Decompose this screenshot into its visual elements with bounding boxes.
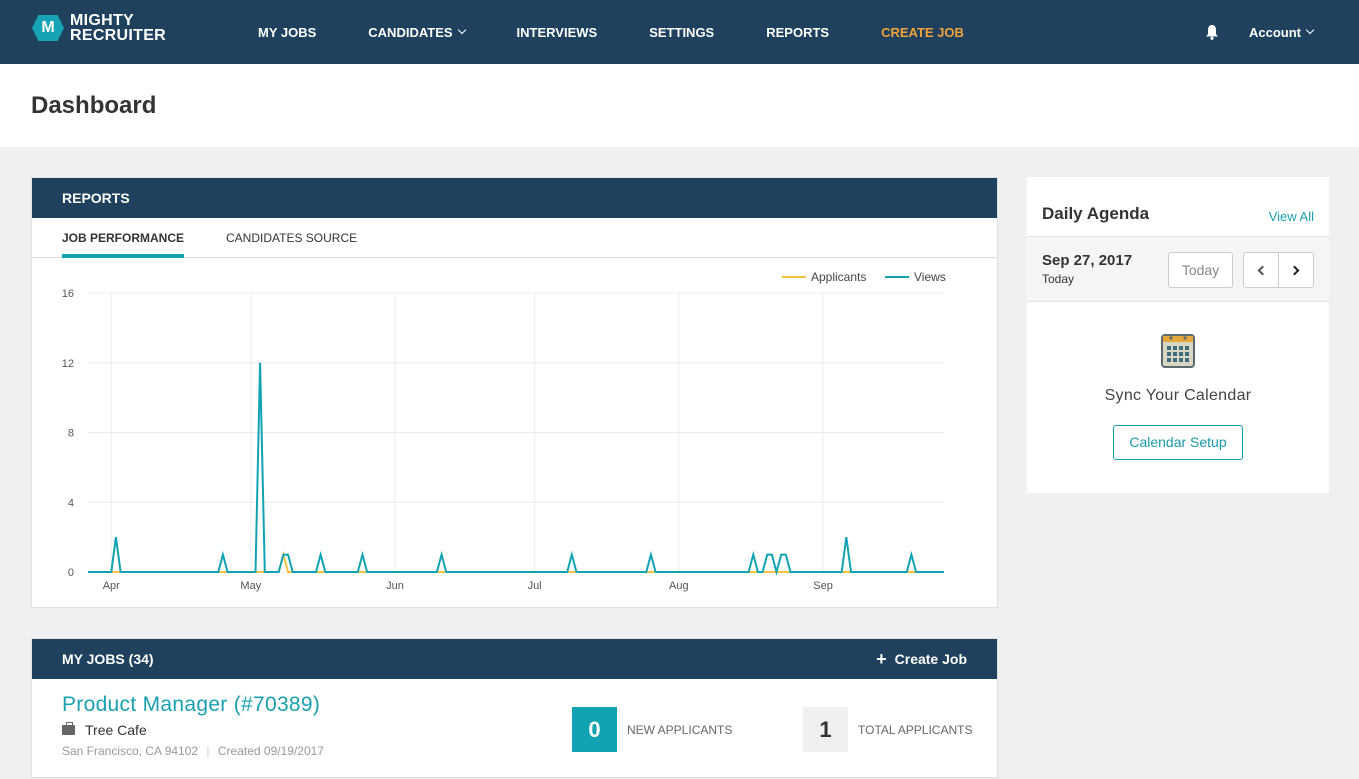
company-name: Tree Cafe [85, 722, 147, 738]
agenda-header: Daily Agenda View All [1027, 177, 1329, 236]
tab-label: CANDIDATES SOURCE [226, 231, 358, 245]
page-title: Dashboard [31, 91, 157, 119]
total-applicants-count: 1 [803, 707, 848, 752]
x-tick-label: Jun [386, 580, 404, 592]
new-applicants-label: NEW APPLICANTS [627, 722, 733, 737]
today-button[interactable]: Today [1168, 252, 1233, 288]
nav-label: CREATE JOB [881, 24, 964, 40]
nav-label: MY JOBS [258, 24, 317, 40]
y-tick-label: 12 [62, 358, 74, 370]
legend-label: Applicants [811, 270, 866, 284]
logo-text: MIGHTY RECRUITER [70, 12, 167, 44]
tab-label: JOB PERFORMANCE [62, 231, 185, 245]
y-tick-label: 0 [68, 567, 74, 579]
nav-interviews[interactable]: INTERVIEWS [517, 25, 598, 40]
x-tick-label: Jul [528, 580, 542, 592]
create-job-button[interactable]: + Create Job [876, 649, 967, 670]
daily-agenda-panel: Daily Agenda View All Sep 27, 2017 Today… [1027, 177, 1329, 493]
nav-label: REPORTS [766, 24, 830, 40]
x-tick-label: Apr [103, 580, 120, 592]
logo-line-1: MIGHTY [70, 12, 135, 29]
chevron-left-icon [1257, 265, 1268, 275]
agenda-date: Sep 27, 2017 [1042, 252, 1133, 269]
total-applicants-label: TOTAL APPLICANTS [858, 722, 973, 737]
page-header: Dashboard [0, 64, 1359, 147]
job-location: San Francisco, CA 94102 [62, 744, 199, 758]
nav-label: CANDIDATES [368, 24, 453, 40]
new-applicants-count: 0 [572, 707, 617, 752]
tab-job-performance[interactable]: JOB PERFORMANCE [62, 218, 185, 258]
account-label: Account [1249, 24, 1301, 40]
date-pager [1243, 252, 1314, 288]
main-nav: MY JOBS CANDIDATES INTERVIEWS SETTINGS R… [258, 0, 1016, 64]
chart-svg: 0 4 8 12 16 Apr May Jun Jul Aug Sep Applicants Views [62, 270, 946, 592]
nav-candidates[interactable]: CANDIDATES [368, 24, 466, 40]
calendar-setup-button[interactable]: Calendar Setup [1113, 425, 1243, 460]
logo[interactable]: M MIGHTY RECRUITER [32, 12, 167, 44]
bell-icon[interactable] [1205, 24, 1219, 40]
nav-settings[interactable]: SETTINGS [649, 25, 714, 40]
chevron-down-icon [1305, 25, 1315, 35]
nav-label: SETTINGS [649, 24, 715, 40]
job-created-date: Created 09/19/2017 [217, 744, 324, 758]
nav-right: Account [1205, 0, 1315, 64]
reports-tabs: JOB PERFORMANCE CANDIDATES SOURCE [32, 218, 997, 258]
new-applicants-stat[interactable]: 0 NEW APPLICANTS [572, 707, 732, 752]
calendar-icon [1161, 334, 1195, 368]
top-navbar: M MIGHTY RECRUITER MY JOBS CANDIDATES IN… [0, 0, 1359, 64]
prev-day-button[interactable] [1244, 253, 1279, 287]
x-tick-label: May [240, 580, 261, 592]
my-jobs-panel: MY JOBS (34) + Create Job Product Manage… [31, 638, 998, 778]
nav-label: INTERVIEWS [516, 24, 598, 40]
account-menu[interactable]: Account [1249, 24, 1315, 40]
job-list-item: Product Manager (#70389) Tree Cafe San F… [32, 679, 997, 779]
nav-my-jobs[interactable]: MY JOBS [258, 25, 316, 40]
agenda-date-block: Sep 27, 2017 Today [1042, 252, 1132, 286]
reports-panel: REPORTS JOB PERFORMANCE CANDIDATES SOURC… [31, 177, 998, 608]
chevron-right-icon [1289, 265, 1300, 275]
series-line-applicants [88, 550, 944, 573]
sync-calendar-section: Sync Your Calendar Calendar Setup [1027, 302, 1329, 460]
logo-line-2: RECRUITER [70, 27, 167, 44]
legend-label: Views [914, 270, 946, 284]
sync-calendar-text: Sync Your Calendar [1104, 387, 1252, 404]
agenda-date-sub: Today [1042, 272, 1075, 286]
my-jobs-title: MY JOBS (34) [62, 651, 154, 667]
nav-reports[interactable]: REPORTS [766, 25, 829, 40]
reports-header: REPORTS [32, 178, 997, 218]
briefcase-icon [62, 722, 75, 735]
tab-candidates-source[interactable]: CANDIDATES SOURCE [226, 218, 357, 258]
plus-icon: + [876, 648, 887, 669]
x-tick-label: Sep [813, 580, 833, 592]
agenda-title: Daily Agenda [1042, 204, 1150, 223]
create-job-label: Create Job [894, 651, 967, 667]
y-tick-label: 4 [68, 497, 74, 509]
agenda-date-row: Sep 27, 2017 Today Today [1027, 236, 1329, 302]
series-line-views [88, 362, 944, 576]
job-performance-chart: 0 4 8 12 16 Apr May Jun Jul Aug Sep Applicants Views [32, 258, 997, 608]
logo-mark-icon: M [32, 15, 64, 41]
chevron-down-icon [457, 25, 466, 35]
meta-divider: | [206, 744, 210, 758]
next-day-button[interactable] [1279, 253, 1313, 287]
nav-create-job[interactable]: CREATE JOB [881, 25, 964, 40]
y-tick-label: 8 [68, 428, 74, 440]
reports-title: REPORTS [62, 190, 130, 206]
y-tick-label: 16 [62, 288, 74, 300]
total-applicants-stat[interactable]: 1 TOTAL APPLICANTS [803, 707, 972, 752]
x-tick-label: Aug [669, 580, 689, 592]
my-jobs-header: MY JOBS (34) + Create Job [32, 639, 997, 679]
view-all-link[interactable]: View All [1269, 209, 1314, 224]
